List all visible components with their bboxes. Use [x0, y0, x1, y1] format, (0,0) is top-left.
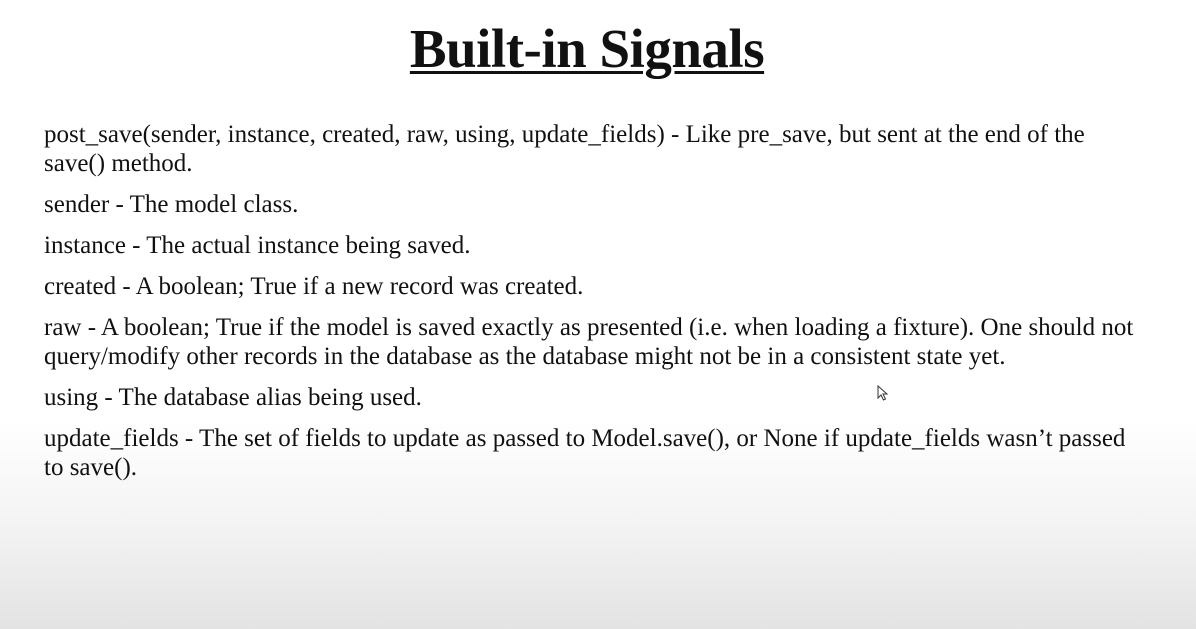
paragraph-instance: instance - The actual instance being sav…: [44, 232, 471, 259]
slide-content: post_save(sender, instance, created, raw…: [44, 120, 1144, 494]
paragraph-update-fields: update_fields - The set of fields to upd…: [44, 425, 1126, 481]
paragraph-post-save: post_save(sender, instance, created, raw…: [44, 121, 1085, 177]
slide-title: Built-in Signals: [409, 18, 765, 79]
paragraph-created: created - A boolean; True if a new recor…: [44, 273, 584, 300]
paragraph-sender: sender - The model class.: [44, 191, 299, 218]
paragraph-using: using - The database alias being used.: [44, 384, 422, 411]
slide: Built-in Signals post_save(sender, insta…: [0, 0, 1196, 629]
paragraph-raw: raw - A boolean; True if the model is sa…: [44, 314, 1134, 370]
mouse-pointer-icon: [877, 385, 889, 401]
